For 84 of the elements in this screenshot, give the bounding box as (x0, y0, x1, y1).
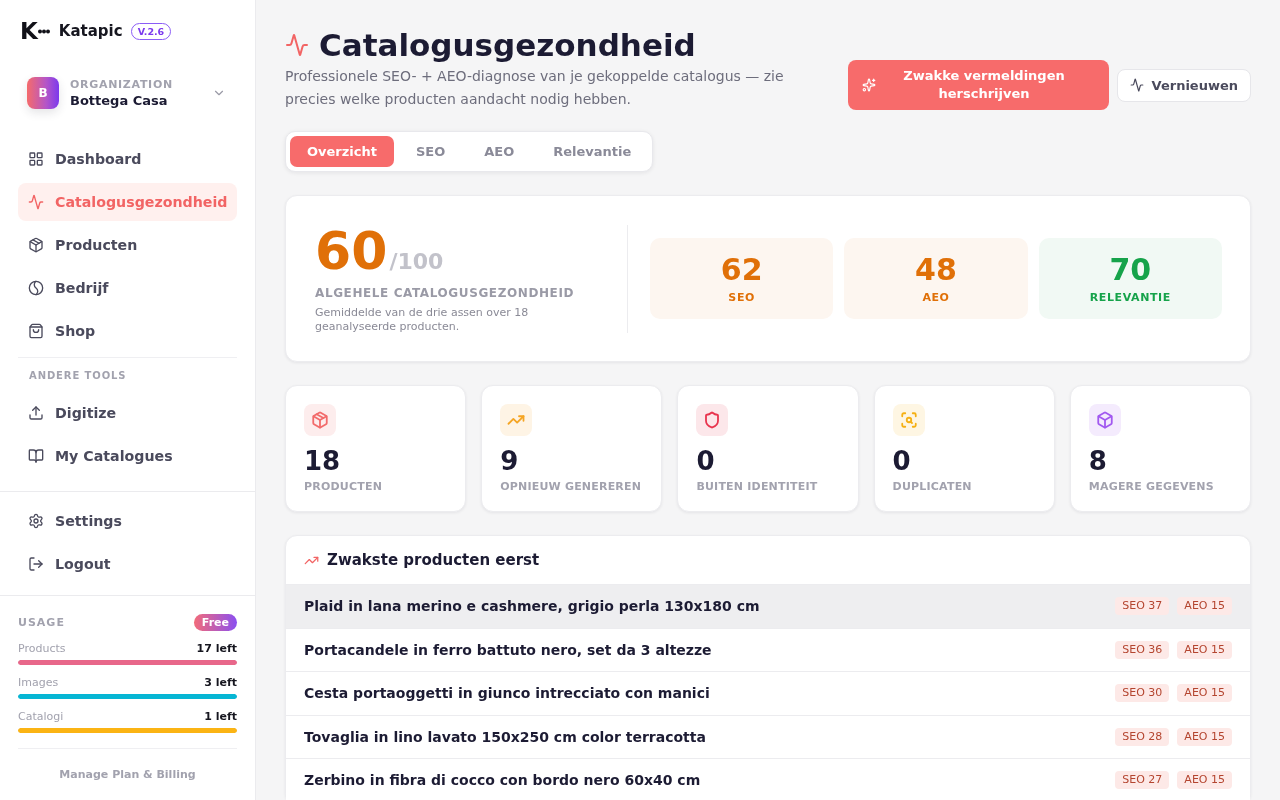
product-row[interactable]: Tovaglia in lino lavato 150x250 cm color terracotta SEO 28 AEO 15 (286, 715, 1250, 759)
refresh-button[interactable]: Vernieuwen (1116, 68, 1251, 102)
nav-item[interactable]: Producten (18, 226, 237, 264)
usage-reading: 1 left (204, 710, 237, 724)
product-name: Plaid in lana merino e cashmere, grigio perla 130x180 cm (304, 598, 760, 615)
box-icon (304, 404, 336, 436)
product-name: Zerbino in fibra di cocco con bordo nero 60x40 cm (304, 772, 701, 789)
stat-label: OPNIEUW GENEREREN (500, 480, 643, 494)
product-name: Cesta portaoggetti in giunco intrecciato con manici (304, 685, 710, 702)
nav-item[interactable]: Settings (18, 502, 237, 540)
grid-icon (28, 151, 44, 167)
organization-avatar: B (27, 77, 59, 109)
score-badge: AEO 15 (1177, 684, 1232, 703)
organization-name: Bottega Casa (70, 91, 169, 109)
nav-item[interactable]: Bedrijf (18, 269, 237, 307)
usage-label: Products (18, 642, 66, 656)
score-badge: SEO 36 (1115, 640, 1170, 659)
pulse-icon (285, 33, 309, 57)
product-row[interactable]: Plaid in lana merino e cashmere, grigio perla 130x180 cm SEO 37 AEO 15 (286, 585, 1250, 629)
stat-value: 0 (892, 446, 912, 476)
logout-icon (28, 556, 44, 572)
stat-label: DUPLICATEN (892, 480, 973, 494)
product-row[interactable]: Portacandele in ferro battuto nero, set da 3 altezze SEO 36 AEO 15 (286, 628, 1250, 672)
app-name: Katapic (58, 22, 123, 40)
score-badge: AEO 15 (1177, 640, 1232, 659)
usage-reading: 3 left (204, 676, 237, 690)
score-max: /100 (389, 249, 444, 274)
box-icon (28, 237, 44, 253)
sparkles-icon (861, 78, 876, 92)
panel-title: Zwakste producten eerst (327, 551, 540, 569)
stat-label: MAGERE GEGEVENS (1088, 480, 1215, 494)
section-label: ANDERE TOOLS (29, 369, 128, 383)
sphere-icon (28, 280, 44, 296)
trend-up-icon (500, 404, 533, 436)
score-badge: SEO 28 (1115, 727, 1170, 746)
usage-title: USAGE (18, 615, 65, 629)
settings-icon (28, 513, 44, 529)
score-description: Gemiddelde van de drie assen over 18 geanalyseerde producten. (315, 306, 530, 334)
axis-score: 62 (720, 252, 763, 287)
organization-label: ORGANIZATION (70, 77, 174, 92)
stat-value: 0 (696, 446, 716, 476)
score-badge: AEO 15 (1177, 597, 1232, 616)
dots-icon (37, 28, 50, 34)
nav-item[interactable]: Logout (18, 545, 237, 583)
usage-label: Catalogi (18, 710, 64, 724)
nav-item[interactable]: Shop (18, 312, 237, 350)
score-badge: AEO 15 (1177, 771, 1232, 790)
axis-label: SEO (728, 290, 755, 305)
stat-value: 9 (500, 446, 520, 476)
product-name: Tovaglia in lino lavato 150x250 cm color terracotta (304, 728, 706, 745)
usage-label: Images (18, 676, 59, 690)
stat-label: PRODUCTEN (304, 480, 384, 494)
product-row[interactable]: Cesta portaoggetti in giunco intrecciato con manici SEO 30 AEO 15 (286, 672, 1250, 716)
stat-value: 8 (1088, 446, 1108, 476)
axis-score: 48 (915, 252, 957, 287)
score-badge: SEO 30 (1115, 684, 1170, 703)
upload-icon (28, 405, 44, 421)
axis-label: RELEVANTIE (1089, 290, 1171, 305)
nav-item[interactable]: My Catalogues (18, 437, 237, 475)
score-label: ALGEHELE CATALOGUSGEZONDHEID (315, 286, 576, 300)
book-icon (28, 448, 44, 464)
overall-score: 60 (315, 223, 388, 279)
shield-icon (696, 404, 729, 436)
stat-label: BUITEN IDENTITEIT (696, 480, 819, 494)
bag-icon (28, 323, 44, 339)
cube-icon (1088, 404, 1121, 436)
pulse-icon (1129, 78, 1144, 92)
axis-score: 70 (1109, 252, 1152, 287)
axis-label: AEO (922, 290, 950, 305)
page-title: Catalogusgezondheid (319, 26, 696, 64)
product-name: Portacandele in ferro battuto nero, set da 3 altezze (304, 641, 712, 658)
plan-badge: Free (193, 613, 237, 631)
product-row[interactable]: Zerbino in fibra di cocco con bordo nero 60x40 cm SEO 27 AEO 15 (286, 759, 1250, 800)
usage-reading: 17 left (196, 642, 237, 656)
scan-search-icon (892, 404, 925, 436)
score-badge: SEO 37 (1115, 597, 1170, 616)
nav-item[interactable]: Dashboard (18, 140, 237, 178)
nav-item[interactable]: Digitize (18, 394, 237, 432)
score-badge: SEO 27 (1115, 771, 1170, 790)
page-subtitle: Professionele SEO- + AEO-diagnose van je gekoppelde catalogus — zie precies welke producten aandacht nodig hebben. (285, 67, 785, 109)
stat-value: 18 (304, 446, 342, 476)
pulse-icon (28, 194, 44, 210)
score-badge: AEO 15 (1177, 727, 1232, 746)
logo-mark: K (20, 20, 37, 42)
